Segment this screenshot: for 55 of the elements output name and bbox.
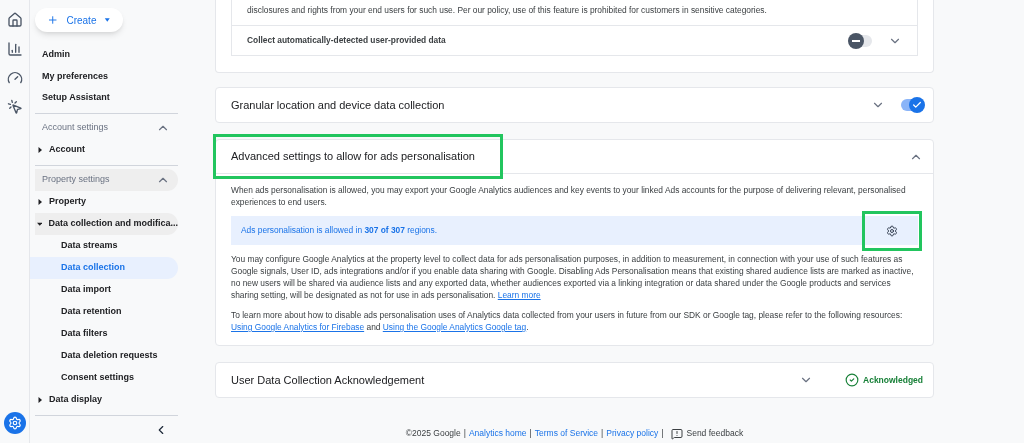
- separator: |: [529, 427, 532, 440]
- check-icon: [912, 100, 922, 110]
- footer-link[interactable]: Terms of Service: [534, 427, 599, 440]
- reports-icon[interactable]: [6, 41, 23, 57]
- settings-icon: [7, 416, 22, 430]
- create-button[interactable]: Create: [35, 8, 123, 32]
- footer-link[interactable]: Analytics home: [468, 427, 527, 440]
- nav-item[interactable]: Data display: [35, 388, 178, 411]
- description-text: To learn more about how to disable ads personalisation uses of Analytics data collected from your users in future from our SDK or Google tag, please refer to the following resources: Using Google Analytics for Firebase and Using the Google Analytics Google tag.: [231, 309, 904, 333]
- copyright-text: ©2025 Google: [405, 427, 461, 440]
- toggle-switch[interactable]: [850, 34, 872, 47]
- settings-icon: [886, 224, 898, 237]
- setting-label: Collect automatically-detected user-provided data: [247, 34, 447, 47]
- caret-right-icon: [37, 396, 43, 403]
- separator: |: [601, 427, 604, 440]
- banner-text: Ads personalisation is allowed in 307 of 307 regions.: [241, 224, 438, 237]
- section-title[interactable]: User Data Collection Acknowledgement: [231, 371, 783, 389]
- settings-button[interactable]: [862, 210, 922, 251]
- section-header[interactable]: Property settings: [35, 168, 178, 191]
- check-circle-icon: [845, 373, 859, 387]
- description-text: When ads personalisation is allowed, you may export your Google Analytics audiences and key events to your linked Ads accounts for the purpose of delivering relevant, personalised experiences to end users.: [231, 184, 907, 208]
- nav-subitem[interactable]: Data collection: [30, 256, 178, 279]
- plus-icon: [47, 13, 59, 27]
- dropdown-caret-icon: [104, 16, 111, 24]
- section-title[interactable]: Granular location and device data collection: [231, 96, 855, 114]
- description-text: You may configure Google Analytics at the property level to collect data for ads personalisation purposes, in addition to measurement, in connection with your use of such features as Google signals, User ID, ads integrations and/or if you enable data sharing with Google. Disabling Ads Personalisation means that existing shared audience lists are marked as inactive, no new users will be shared via audience lists and any exported data, whether audiences exported via a linking integration or data shared under the Google products and services sharing setting, will be designated as not for use in ads personalisation. Learn more: [231, 253, 915, 301]
- nav-subitem[interactable]: Data import: [35, 278, 178, 301]
- nav-subitem[interactable]: Consent settings: [35, 366, 178, 389]
- footer-link[interactable]: Privacy policy: [606, 427, 659, 440]
- feedback-button[interactable]: Send feedback: [670, 427, 744, 440]
- nav-item[interactable]: Account: [35, 138, 178, 161]
- nav-subitem[interactable]: Data streams: [35, 234, 178, 257]
- settings-button[interactable]: [3, 412, 26, 434]
- nav-item[interactable]: Admin: [35, 44, 178, 66]
- nav-subitem[interactable]: Data deletion requests: [35, 344, 178, 367]
- nav-item[interactable]: Property: [35, 190, 178, 213]
- nav-item[interactable]: Data collection and modifica...: [35, 212, 178, 235]
- feedback-icon: [670, 427, 683, 440]
- text-link[interactable]: Using Google Analytics for Firebase: [231, 322, 365, 332]
- caret-down-icon: [37, 220, 43, 227]
- status-text: Acknowledged: [863, 373, 923, 387]
- caret-right-icon: [37, 146, 43, 153]
- nav-item[interactable]: My preferences: [35, 65, 178, 87]
- nav-item[interactable]: Setup Assistant: [35, 87, 178, 109]
- separator: |: [463, 427, 466, 440]
- nav-subitem[interactable]: Data filters: [35, 322, 178, 345]
- home-icon[interactable]: [6, 12, 23, 28]
- text-link[interactable]: Learn more: [497, 290, 541, 300]
- caret-right-icon: [37, 198, 43, 205]
- toggle-switch[interactable]: [901, 99, 923, 111]
- description-text: disclosures and rights from your end users for such use. Per our policy, use of this feature is prohibited for customers in sensitive categories.: [232, 0, 917, 26]
- nav-subitem[interactable]: Data retention: [35, 300, 178, 323]
- section-title[interactable]: Advanced settings to allow for ads personalisation: [213, 134, 503, 179]
- separator: |: [661, 427, 664, 440]
- section-header[interactable]: Account settings: [35, 116, 178, 139]
